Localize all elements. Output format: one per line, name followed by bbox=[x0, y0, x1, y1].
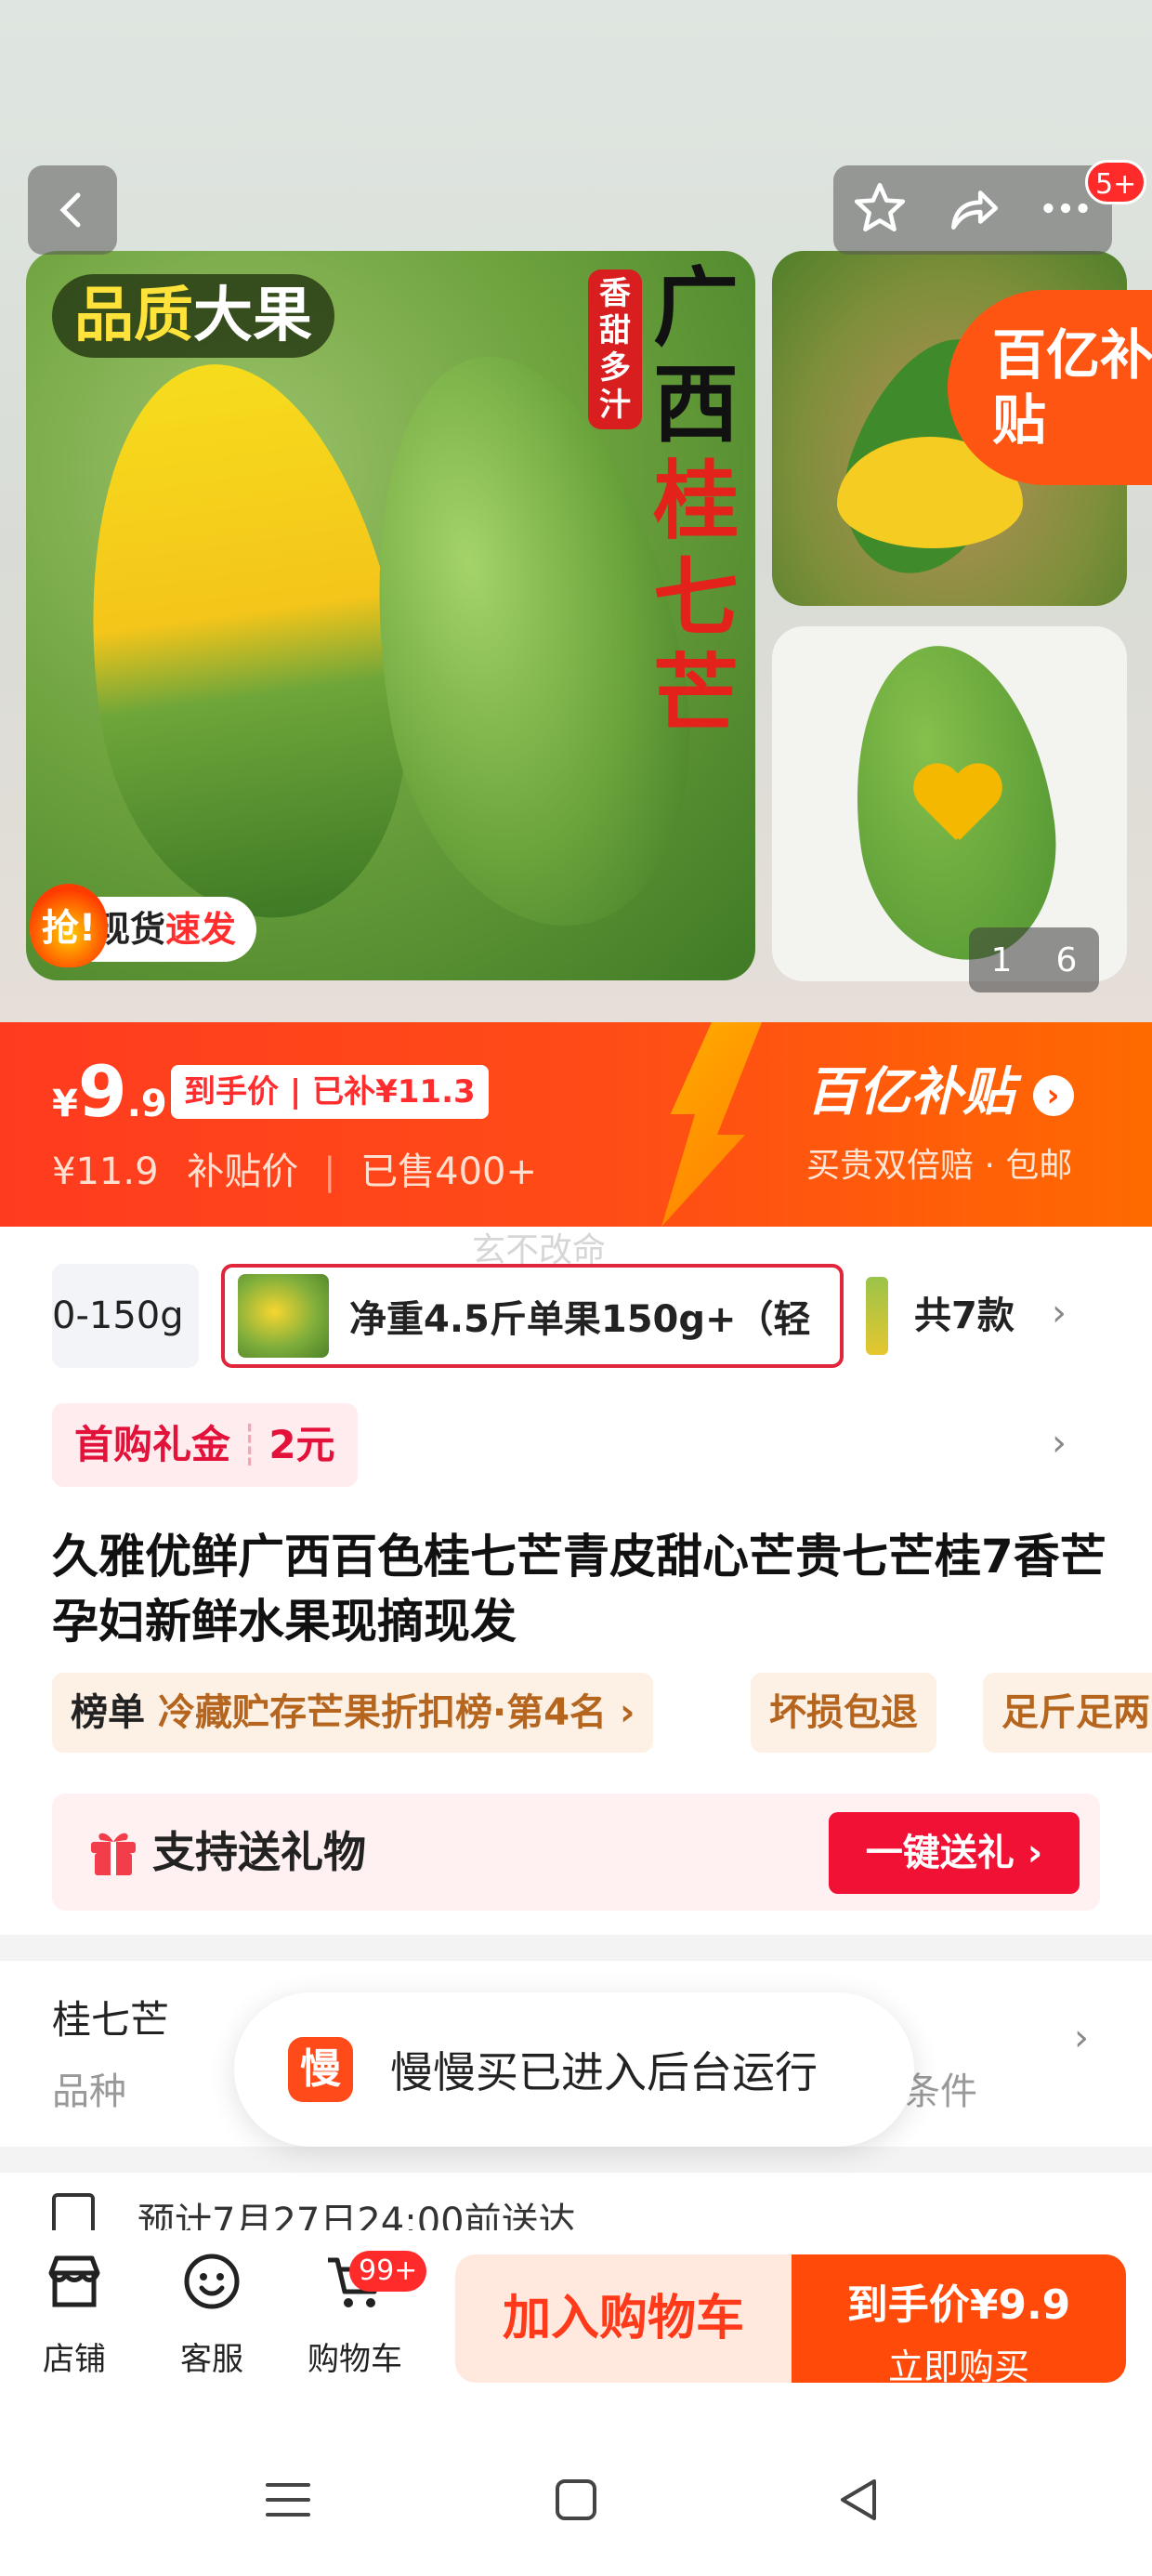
add-to-cart-button[interactable]: 加入购物车 bbox=[455, 2254, 792, 2383]
chevron-right-icon: › bbox=[1074, 2017, 1089, 2059]
notification-badge: 5+ bbox=[1085, 160, 1147, 204]
lightning-decoration bbox=[661, 1022, 762, 1227]
system-navigation-bar bbox=[0, 2416, 1152, 2576]
full-weight-tag[interactable]: 足斤足两 bbox=[983, 1673, 1152, 1753]
delivery-row[interactable]: 预计7月27日24:00前送达 bbox=[0, 2175, 1152, 2230]
back-triangle-icon[interactable] bbox=[831, 2472, 887, 2528]
section-divider bbox=[0, 2147, 1152, 2173]
juicy-tag: 香甜多汁 bbox=[588, 269, 642, 429]
quality-badge: 品质大果 bbox=[52, 274, 334, 358]
chevron-right-icon: › bbox=[1052, 1292, 1067, 1334]
damage-return-tag[interactable]: 坏损包退 bbox=[751, 1673, 936, 1753]
chevron-left-icon bbox=[59, 192, 81, 228]
buy-now-button[interactable]: 到手价¥9.9 立即购买 bbox=[792, 2254, 1126, 2387]
send-gift-button[interactable]: 一键送礼 › bbox=[829, 1812, 1080, 1894]
app-logo-icon: 慢 bbox=[288, 2037, 353, 2102]
product-gallery[interactable]: 品质大果 香甜多汁 广 西 桂 七 芒 抢! 现货速发 百亿补贴 1 6 bbox=[0, 0, 1152, 1022]
share-button[interactable] bbox=[944, 179, 1001, 241]
price-banner[interactable]: ¥9.9 到手价 | 已补¥11.3 ¥11.9 补贴价 | 已售400+ 百亿… bbox=[0, 1022, 1152, 1227]
subsidy-tag: 百亿补贴 bbox=[948, 290, 1152, 485]
heart-icon bbox=[911, 766, 1001, 849]
chevron-right-icon: › bbox=[1032, 1074, 1074, 1116]
price-tag: 到手价 | 已补¥11.3 bbox=[171, 1065, 489, 1119]
chevron-right-icon[interactable]: › bbox=[1052, 1422, 1067, 1465]
store-button[interactable]: 店铺 bbox=[9, 2249, 139, 2379]
sku-thumbnail bbox=[238, 1274, 329, 1358]
section-divider bbox=[0, 1935, 1152, 1961]
vertical-title: 广 西 桂 七 芒 bbox=[652, 258, 739, 744]
favorite-button[interactable] bbox=[851, 179, 909, 241]
stock-badge: 抢! 现货速发 bbox=[30, 884, 257, 967]
cart-count-badge: 99+ bbox=[349, 2251, 427, 2292]
product-title: 久雅优鲜广西百色桂七芒青皮甜心芒贵七芒桂7香芒孕妇新鲜水果现摘现发 bbox=[52, 1530, 1106, 1649]
spec-condition-key: 条件 bbox=[903, 2070, 977, 2113]
final-price: ¥9.9 bbox=[52, 1050, 167, 1133]
first-purchase-coupon[interactable]: 首购礼金 ┊ 2元 bbox=[52, 1403, 358, 1487]
chat-face-icon bbox=[184, 2254, 240, 2309]
sku-total[interactable]: 共7款 bbox=[914, 1264, 1015, 1368]
sku-option-selected[interactable]: 净重4.5斤单果150g+（轻 bbox=[221, 1264, 844, 1368]
background-toast: 慢 慢慢买已进入后台运行 bbox=[234, 1992, 914, 2147]
image-counter: 1 6 bbox=[969, 927, 1099, 992]
sku-option-next[interactable] bbox=[866, 1277, 888, 1355]
gift-label: 支持送礼物 bbox=[152, 1827, 366, 1877]
toast-text: 慢慢买已进入后台运行 bbox=[390, 2047, 818, 2097]
rank-tag[interactable]: 榜单 冷藏贮存芒果折扣榜·第4名 › bbox=[52, 1673, 654, 1753]
customer-service-button[interactable]: 客服 bbox=[147, 2249, 277, 2379]
sku-option-prev[interactable]: 0-150g bbox=[52, 1264, 199, 1368]
gift-bar: 支持送礼物 一键送礼 › bbox=[52, 1794, 1100, 1911]
bottom-action-bar: 店铺 客服 购物车 99+ 加入购物车 到手价¥9.9 立即购买 bbox=[0, 2230, 1152, 2398]
main-product-image[interactable]: 品质大果 香甜多汁 广 西 桂 七 芒 抢! 现货速发 bbox=[26, 251, 755, 980]
store-icon bbox=[48, 2255, 100, 2307]
star-icon bbox=[854, 182, 906, 232]
menu-icon[interactable] bbox=[260, 2472, 316, 2528]
delivery-text: 预计7月27日24:00前送达 bbox=[137, 2201, 576, 2230]
back-button[interactable] bbox=[28, 165, 117, 255]
price-subline: ¥11.9 补贴价 | 已售400+ bbox=[52, 1150, 538, 1193]
truck-icon bbox=[52, 2193, 95, 2230]
share-icon bbox=[951, 191, 999, 230]
home-square-icon[interactable] bbox=[548, 2472, 604, 2528]
top-action-group bbox=[833, 165, 1112, 255]
subsidy-program[interactable]: 百亿补贴 › 买贵双倍赔 · 包邮 bbox=[806, 1050, 1074, 1187]
spec-variety-key: 品种 bbox=[52, 2070, 126, 2113]
gift-icon bbox=[91, 1833, 136, 1875]
fire-icon: 抢! bbox=[30, 884, 108, 967]
spec-variety-value: 桂七芒 bbox=[52, 1997, 170, 2043]
